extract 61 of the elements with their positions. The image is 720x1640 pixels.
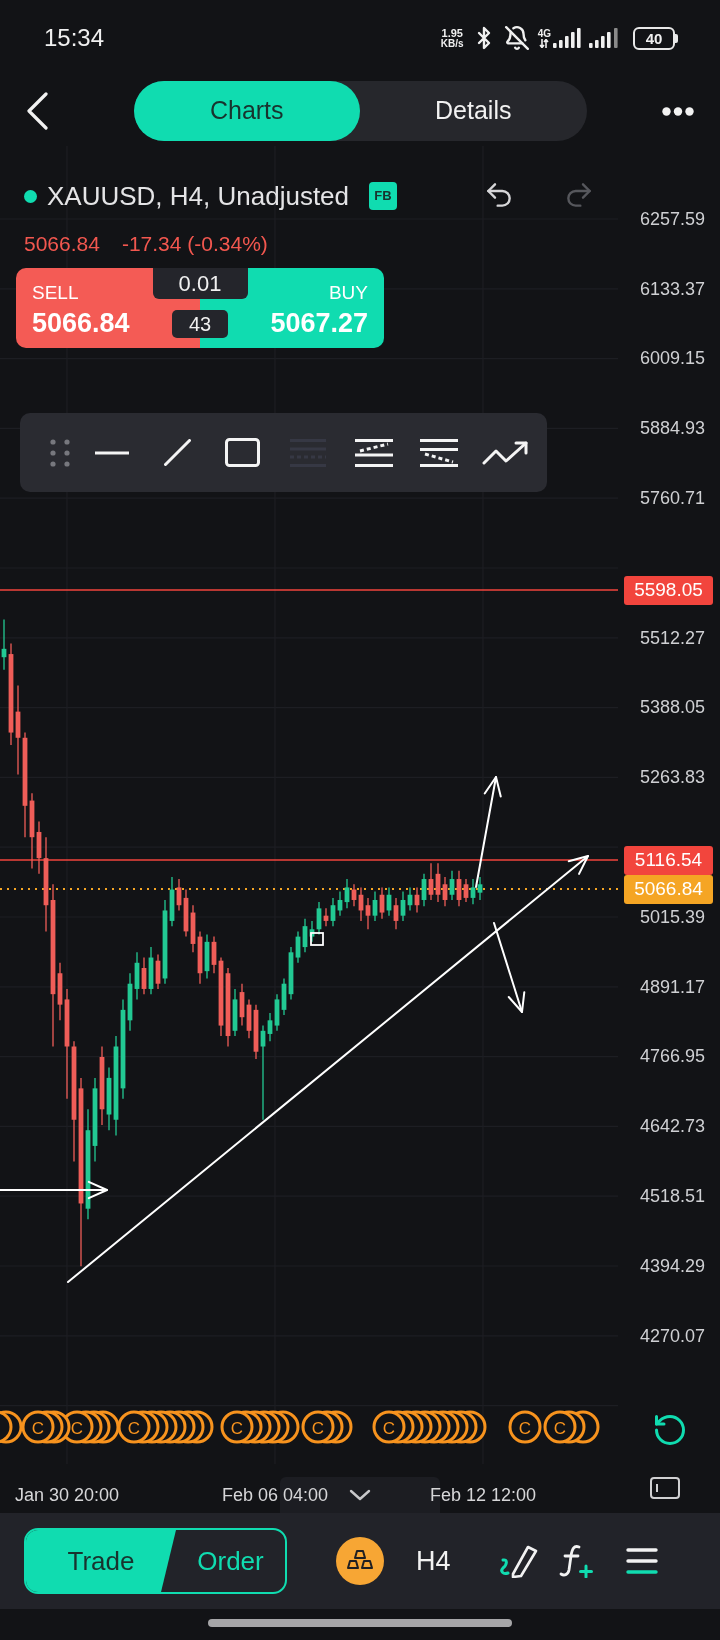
menu-icon (625, 1548, 658, 1574)
layout-toggle-button[interactable] (648, 1474, 682, 1502)
signal-bars-icon (553, 28, 581, 48)
back-chevron-icon (26, 92, 48, 130)
price-label: 5512.27 (639, 628, 705, 647)
function-plus-icon (558, 1544, 595, 1578)
time-label: Feb 12 12:00 (429, 1483, 537, 1507)
spread-value: 43 (172, 310, 228, 338)
battery-indicator: 40 (633, 26, 678, 50)
timeframe-button[interactable]: H4 (412, 1537, 455, 1585)
network-speed: 1.95 (441, 27, 463, 39)
price-label: 4642.73 (639, 1117, 705, 1136)
view-tab[interactable]: Details (360, 81, 587, 141)
chevron-down-icon (349, 1489, 371, 1501)
signal-bars-icon (589, 28, 619, 48)
time-label: Jan 30 20:00 (14, 1483, 120, 1507)
volume-field[interactable]: 0.01 (152, 268, 248, 299)
symbol-title[interactable]: XAUUSD, H4, Unadjusted (47, 176, 350, 216)
price-label: 6257.59 (639, 209, 705, 228)
price-label: 5884.93 (639, 419, 705, 438)
panel-icon (650, 1477, 680, 1499)
price-label: 4766.95 (639, 1047, 705, 1066)
price-label: 4518.51 (639, 1187, 705, 1206)
more-dots-icon (662, 106, 694, 116)
horizontal-line-icon (94, 450, 129, 455)
time-label: Feb 06 04:00 (221, 1483, 329, 1507)
zigzag-arrow-icon (481, 440, 528, 465)
price-tag: 5066.84 (624, 875, 713, 904)
channel-lines-icon (354, 438, 393, 467)
price-label: 4270.07 (639, 1326, 705, 1345)
view-tab[interactable]: Charts (133, 81, 360, 141)
ingots-icon (336, 1537, 384, 1585)
event-markers-drawing[interactable]: C C C C C C C C (0, 1410, 600, 1444)
rectangle-icon (225, 438, 261, 467)
clock-time: 15:34 (44, 23, 105, 53)
price-label: 6133.37 (639, 279, 705, 298)
speed-unit: KB/s (440, 38, 464, 49)
price-label: 5388.05 (639, 698, 705, 717)
price-label: 5015.39 (639, 907, 705, 926)
data-arrows-icon (539, 39, 550, 48)
last-price: 5066.84 (24, 231, 100, 257)
price-change: -17.34 (-0.34%) (121, 231, 268, 257)
price-label: 6009.15 (639, 349, 705, 368)
price-tag: 5598.05 (624, 576, 713, 605)
channel-lines-icon (420, 438, 459, 467)
price-label: 5263.83 (639, 768, 705, 787)
muted-bell-icon (503, 25, 530, 51)
price-level-line[interactable] (0, 859, 619, 861)
drag-handle-icon[interactable] (50, 438, 70, 467)
price-label: 4394.29 (639, 1256, 705, 1275)
price-label: 5760.71 (639, 489, 705, 508)
price-label: 4891.17 (639, 977, 705, 996)
anchor-handle-icon[interactable] (310, 932, 324, 946)
diagonal-line-icon (163, 439, 191, 466)
symbol-badge: FB (369, 182, 398, 210)
mode-tab[interactable]: Order (176, 1530, 285, 1592)
mode-tab[interactable]: Trade (26, 1530, 176, 1592)
symbol-button[interactable] (336, 1537, 384, 1585)
network-type: 4G (537, 29, 551, 39)
refresh-icon (652, 1412, 688, 1448)
price-tag: 5116.54 (624, 846, 713, 875)
